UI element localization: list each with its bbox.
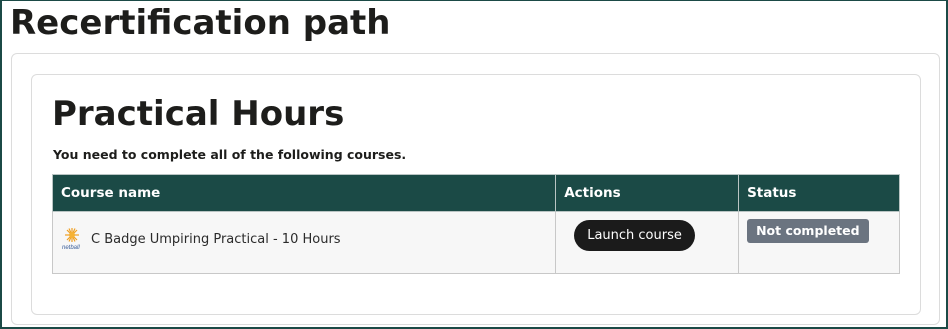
section-instruction: You need to complete all of the followin… (53, 147, 407, 162)
table-header-row: Course name Actions Status (51, 174, 900, 212)
netball-logo-icon: netball (61, 226, 85, 252)
table-row: netball C Badge Umpiring Practical - 10 … (51, 211, 900, 274)
page-title: Recertification path (10, 3, 391, 43)
launch-course-button[interactable]: Launch course (574, 220, 695, 251)
actions-cell: Launch course (555, 211, 740, 274)
course-name: C Badge Umpiring Practical - 10 Hours (91, 231, 341, 247)
netball-logo-text: netball (62, 245, 80, 251)
status-badge: Not completed (747, 219, 869, 243)
column-header-actions: Actions (555, 174, 740, 212)
section-title: Practical Hours (52, 94, 345, 134)
courses-table: Course name Actions Status netball C Bad… (51, 174, 900, 274)
column-header-course-name: Course name (51, 174, 557, 212)
course-name-cell: netball C Badge Umpiring Practical - 10 … (51, 211, 557, 274)
column-header-status: Status (738, 174, 900, 212)
status-cell: Not completed (738, 211, 900, 274)
